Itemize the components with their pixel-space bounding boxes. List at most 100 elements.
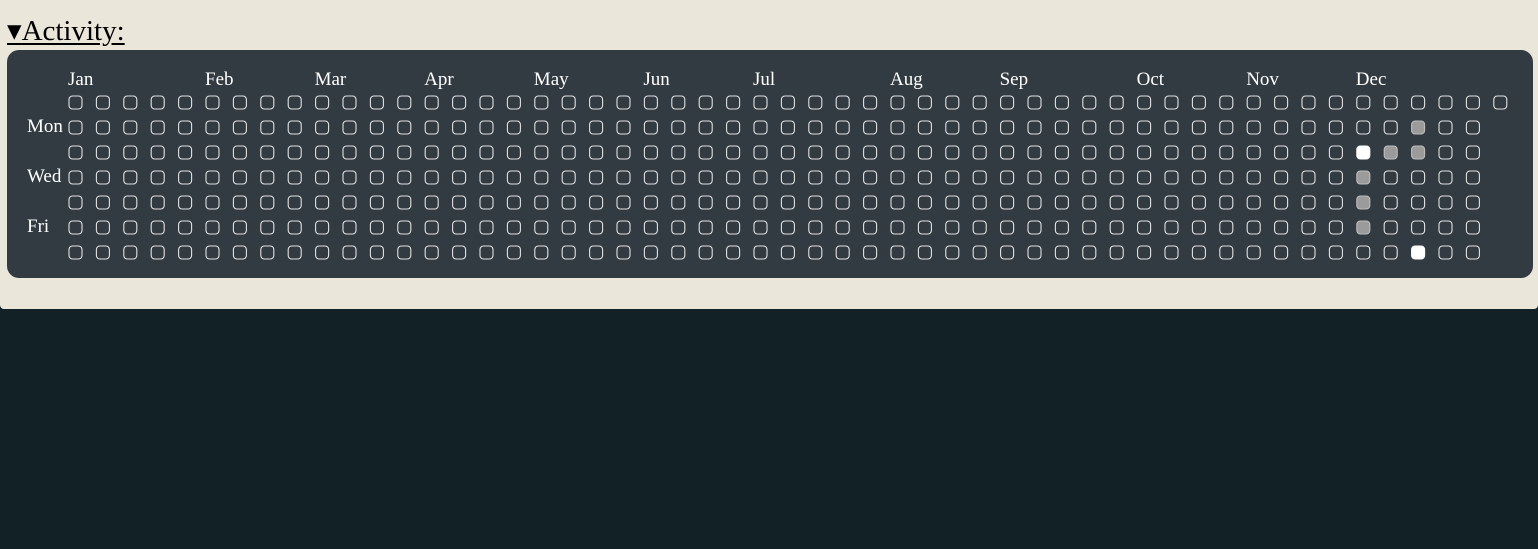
day-cell[interactable] xyxy=(835,145,850,160)
day-cell[interactable] xyxy=(424,95,439,110)
day-cell[interactable] xyxy=(1356,220,1371,235)
day-cell[interactable] xyxy=(205,170,220,185)
day-cell[interactable] xyxy=(643,95,658,110)
day-cell[interactable] xyxy=(452,145,467,160)
day-cell[interactable] xyxy=(808,120,823,135)
day-cell[interactable] xyxy=(780,145,795,160)
day-cell[interactable] xyxy=(835,120,850,135)
day-cell[interactable] xyxy=(863,145,878,160)
day-cell[interactable] xyxy=(534,220,549,235)
day-cell[interactable] xyxy=(1274,120,1289,135)
day-cell[interactable] xyxy=(945,195,960,210)
day-cell[interactable] xyxy=(479,95,494,110)
day-cell[interactable] xyxy=(1383,170,1398,185)
day-cell[interactable] xyxy=(835,95,850,110)
day-cell[interactable] xyxy=(1000,145,1015,160)
day-cell[interactable] xyxy=(232,220,247,235)
day-cell[interactable] xyxy=(1411,145,1426,160)
day-cell[interactable] xyxy=(397,170,412,185)
day-cell[interactable] xyxy=(1438,195,1453,210)
day-cell[interactable] xyxy=(643,195,658,210)
day-cell[interactable] xyxy=(726,95,741,110)
day-cell[interactable] xyxy=(1383,145,1398,160)
day-cell[interactable] xyxy=(780,120,795,135)
day-cell[interactable] xyxy=(589,245,604,260)
day-cell[interactable] xyxy=(589,220,604,235)
day-cell[interactable] xyxy=(178,195,193,210)
day-cell[interactable] xyxy=(232,95,247,110)
day-cell[interactable] xyxy=(643,170,658,185)
day-cell[interactable] xyxy=(178,220,193,235)
day-cell[interactable] xyxy=(506,195,521,210)
activity-toggle[interactable]: ▾Activity: xyxy=(7,12,125,50)
day-cell[interactable] xyxy=(726,195,741,210)
day-cell[interactable] xyxy=(178,120,193,135)
day-cell[interactable] xyxy=(1246,120,1261,135)
day-cell[interactable] xyxy=(671,170,686,185)
day-cell[interactable] xyxy=(260,145,275,160)
day-cell[interactable] xyxy=(780,95,795,110)
day-cell[interactable] xyxy=(753,245,768,260)
day-cell[interactable] xyxy=(1465,95,1480,110)
day-cell[interactable] xyxy=(342,170,357,185)
day-cell[interactable] xyxy=(178,245,193,260)
day-cell[interactable] xyxy=(1301,145,1316,160)
day-cell[interactable] xyxy=(287,195,302,210)
day-cell[interactable] xyxy=(287,220,302,235)
day-cell[interactable] xyxy=(616,245,631,260)
day-cell[interactable] xyxy=(1383,195,1398,210)
day-cell[interactable] xyxy=(369,245,384,260)
day-cell[interactable] xyxy=(452,95,467,110)
day-cell[interactable] xyxy=(150,170,165,185)
day-cell[interactable] xyxy=(1328,145,1343,160)
day-cell[interactable] xyxy=(1164,220,1179,235)
day-cell[interactable] xyxy=(561,220,576,235)
day-cell[interactable] xyxy=(1137,195,1152,210)
day-cell[interactable] xyxy=(890,220,905,235)
day-cell[interactable] xyxy=(1137,145,1152,160)
day-cell[interactable] xyxy=(1109,145,1124,160)
day-cell[interactable] xyxy=(698,245,713,260)
day-cell[interactable] xyxy=(123,145,138,160)
day-cell[interactable] xyxy=(1137,95,1152,110)
day-cell[interactable] xyxy=(1027,220,1042,235)
day-cell[interactable] xyxy=(1465,120,1480,135)
day-cell[interactable] xyxy=(945,245,960,260)
day-cell[interactable] xyxy=(726,245,741,260)
day-cell[interactable] xyxy=(561,170,576,185)
day-cell[interactable] xyxy=(1328,170,1343,185)
day-cell[interactable] xyxy=(1438,170,1453,185)
day-cell[interactable] xyxy=(616,220,631,235)
day-cell[interactable] xyxy=(1301,220,1316,235)
day-cell[interactable] xyxy=(1328,245,1343,260)
day-cell[interactable] xyxy=(534,95,549,110)
day-cell[interactable] xyxy=(287,245,302,260)
day-cell[interactable] xyxy=(726,170,741,185)
day-cell[interactable] xyxy=(232,120,247,135)
day-cell[interactable] xyxy=(643,220,658,235)
day-cell[interactable] xyxy=(698,95,713,110)
day-cell[interactable] xyxy=(863,245,878,260)
day-cell[interactable] xyxy=(1465,145,1480,160)
day-cell[interactable] xyxy=(205,220,220,235)
day-cell[interactable] xyxy=(780,195,795,210)
day-cell[interactable] xyxy=(1054,95,1069,110)
day-cell[interactable] xyxy=(1383,245,1398,260)
day-cell[interactable] xyxy=(1109,95,1124,110)
day-cell[interactable] xyxy=(1191,120,1206,135)
day-cell[interactable] xyxy=(1246,195,1261,210)
day-cell[interactable] xyxy=(917,120,932,135)
day-cell[interactable] xyxy=(315,245,330,260)
day-cell[interactable] xyxy=(643,145,658,160)
day-cell[interactable] xyxy=(1356,120,1371,135)
day-cell[interactable] xyxy=(972,145,987,160)
day-cell[interactable] xyxy=(917,95,932,110)
day-cell[interactable] xyxy=(1082,145,1097,160)
day-cell[interactable] xyxy=(260,245,275,260)
day-cell[interactable] xyxy=(616,170,631,185)
day-cell[interactable] xyxy=(342,120,357,135)
day-cell[interactable] xyxy=(1027,120,1042,135)
day-cell[interactable] xyxy=(808,170,823,185)
day-cell[interactable] xyxy=(1465,195,1480,210)
day-cell[interactable] xyxy=(232,195,247,210)
